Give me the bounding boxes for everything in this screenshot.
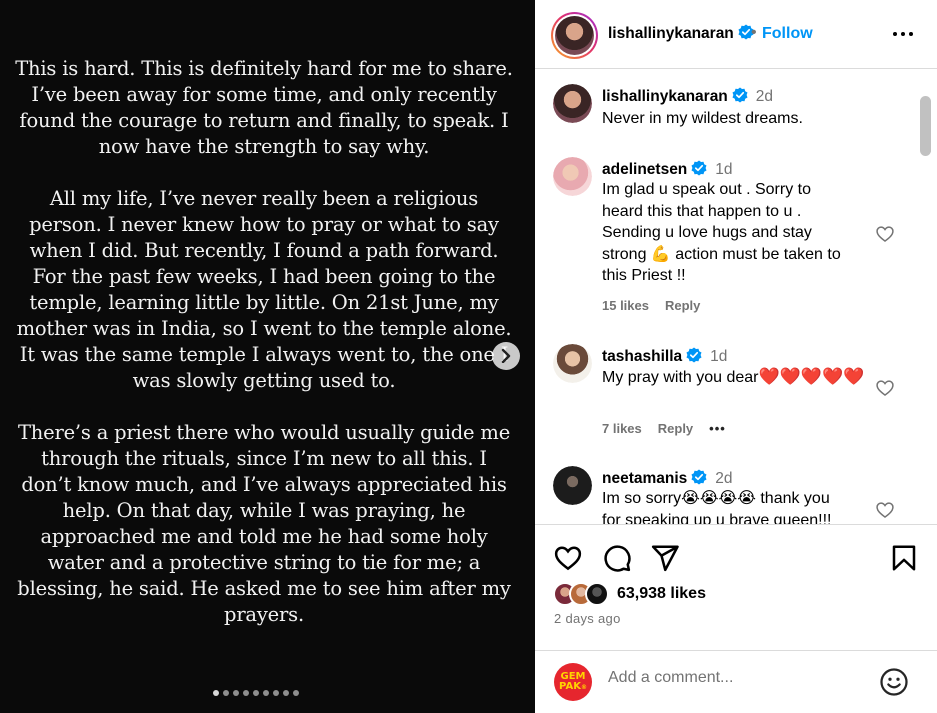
comment-username-text[interactable]: tashashilla [602,348,682,365]
carousel-dot[interactable] [293,690,299,696]
comment-composer: GEM PAK® [535,650,937,713]
carousel-dot[interactable] [243,690,249,696]
comment-username[interactable]: lishallinykanaran 2d [602,87,773,106]
avatar-text: PAK [559,681,581,692]
comment-line: My pray with you dear [602,369,759,386]
verified-icon [691,469,707,485]
post-date[interactable]: 2 days ago [554,611,621,626]
post-sidebar: lishallinykanaran • Follow lishallinykan… [535,0,937,713]
comment-username[interactable]: neetamanis 2d [602,469,733,488]
post-media: This is hard. This is definitely hard fo… [0,0,535,713]
comment-line: heard this that happen to u . [602,202,802,220]
comment-input[interactable] [608,669,868,687]
like-comment-heart-icon[interactable] [875,500,895,520]
viewer-avatar: GEM PAK® [554,663,592,701]
verified-icon [691,160,707,176]
comment-time: 2d [755,88,774,105]
avatar[interactable] [553,344,592,383]
carousel-dot[interactable] [263,690,269,696]
carousel-dot[interactable] [273,690,279,696]
author-avatar[interactable] [551,12,598,59]
comment-time: 1d [710,348,728,365]
chevron-right-icon [501,349,511,363]
comment-username-text[interactable]: adelinetsen [602,161,687,178]
carousel-dot[interactable] [253,690,259,696]
likes-summary[interactable]: 63,938 likes [553,582,706,606]
avatar[interactable] [553,157,592,196]
save-bookmark-icon[interactable] [889,543,919,573]
comment-text: Never in my wildest dreams. [602,110,803,127]
comment-line: Im so sorry😭😭😭😭 thank you [602,490,830,507]
carousel-dot[interactable] [213,690,219,696]
like-heart-icon[interactable] [553,543,583,573]
comment-likes[interactable]: 15 likes [602,298,649,313]
comment-line: for speaking up u brave queen!!! [602,511,832,525]
comment-line: strong 💪 action must be taken to [602,245,841,263]
like-comment-heart-icon[interactable] [875,224,895,244]
comment-meta: 15 likes Reply [602,298,700,313]
comment-time: 2d [715,470,733,487]
reply-button[interactable]: Reply [658,421,693,436]
comment-bubble-icon[interactable] [602,543,632,573]
post-paragraph-2: All my life, I’ve never really been a re… [16,187,512,392]
carousel-dot[interactable] [283,690,289,696]
comment-username[interactable]: adelinetsen 1d [602,160,733,179]
post-header: lishallinykanaran • Follow [535,0,937,69]
emoji-smiley-icon[interactable] [879,667,909,697]
comment-line: Sending u love hugs and stay [602,224,812,241]
verified-icon [686,347,702,363]
liker-avatars [553,582,609,606]
avatar[interactable] [553,466,592,505]
avatar-text: ® [580,684,587,691]
comment-username[interactable]: tashashilla 1d [602,347,727,366]
follow-button[interactable]: Follow [762,25,813,43]
comment-time: 1d [715,161,733,178]
share-send-icon[interactable] [650,543,680,573]
next-slide-button[interactable] [492,342,520,370]
author-username-text[interactable]: lishallinykanaran [608,25,734,42]
post-text: This is hard. This is definitely hard fo… [14,56,514,654]
author-username[interactable]: lishallinykanaran [608,24,754,43]
comments-list[interactable]: lishallinykanaran 2d Never in my wildest … [535,70,937,524]
comment-meta: 7 likes Reply ••• [602,421,726,436]
comment-line: Im glad u speak out . Sorry to [602,181,811,198]
likes-count[interactable]: 63,938 likes [617,585,706,603]
comment-text: My pray with you dear❤️❤️❤️❤️❤️ [602,366,867,389]
reply-button[interactable]: Reply [665,298,700,313]
carousel-dots [213,690,299,696]
header-separator: • [751,24,757,41]
comment-more-button[interactable]: ••• [709,421,726,436]
comment-username-text[interactable]: neetamanis [602,470,687,487]
avatar[interactable] [553,84,592,123]
post-actions: 63,938 likes 2 days ago [535,524,937,650]
avatar-text-row: PAK® [554,682,592,693]
heart-emojis: ❤️❤️❤️❤️❤️ [758,367,865,386]
comment-line: this Priest !! [602,267,686,284]
comment-text: Im so sorry😭😭😭😭 thank you for speaking u… [602,488,872,524]
like-comment-heart-icon[interactable] [875,378,895,398]
verified-icon [732,87,748,103]
post-paragraph-1: This is hard. This is definitely hard fo… [15,57,513,158]
carousel-dot[interactable] [223,690,229,696]
carousel-dot[interactable] [233,690,239,696]
comment-likes[interactable]: 7 likes [602,421,642,436]
comment-username-text[interactable]: lishallinykanaran [602,88,728,105]
post-paragraph-3: There’s a priest there who would usually… [17,421,511,626]
comment-text: Im glad u speak out . Sorry to heard thi… [602,179,872,287]
more-options-icon[interactable] [891,24,915,44]
scrollbar-thumb[interactable] [920,96,931,156]
